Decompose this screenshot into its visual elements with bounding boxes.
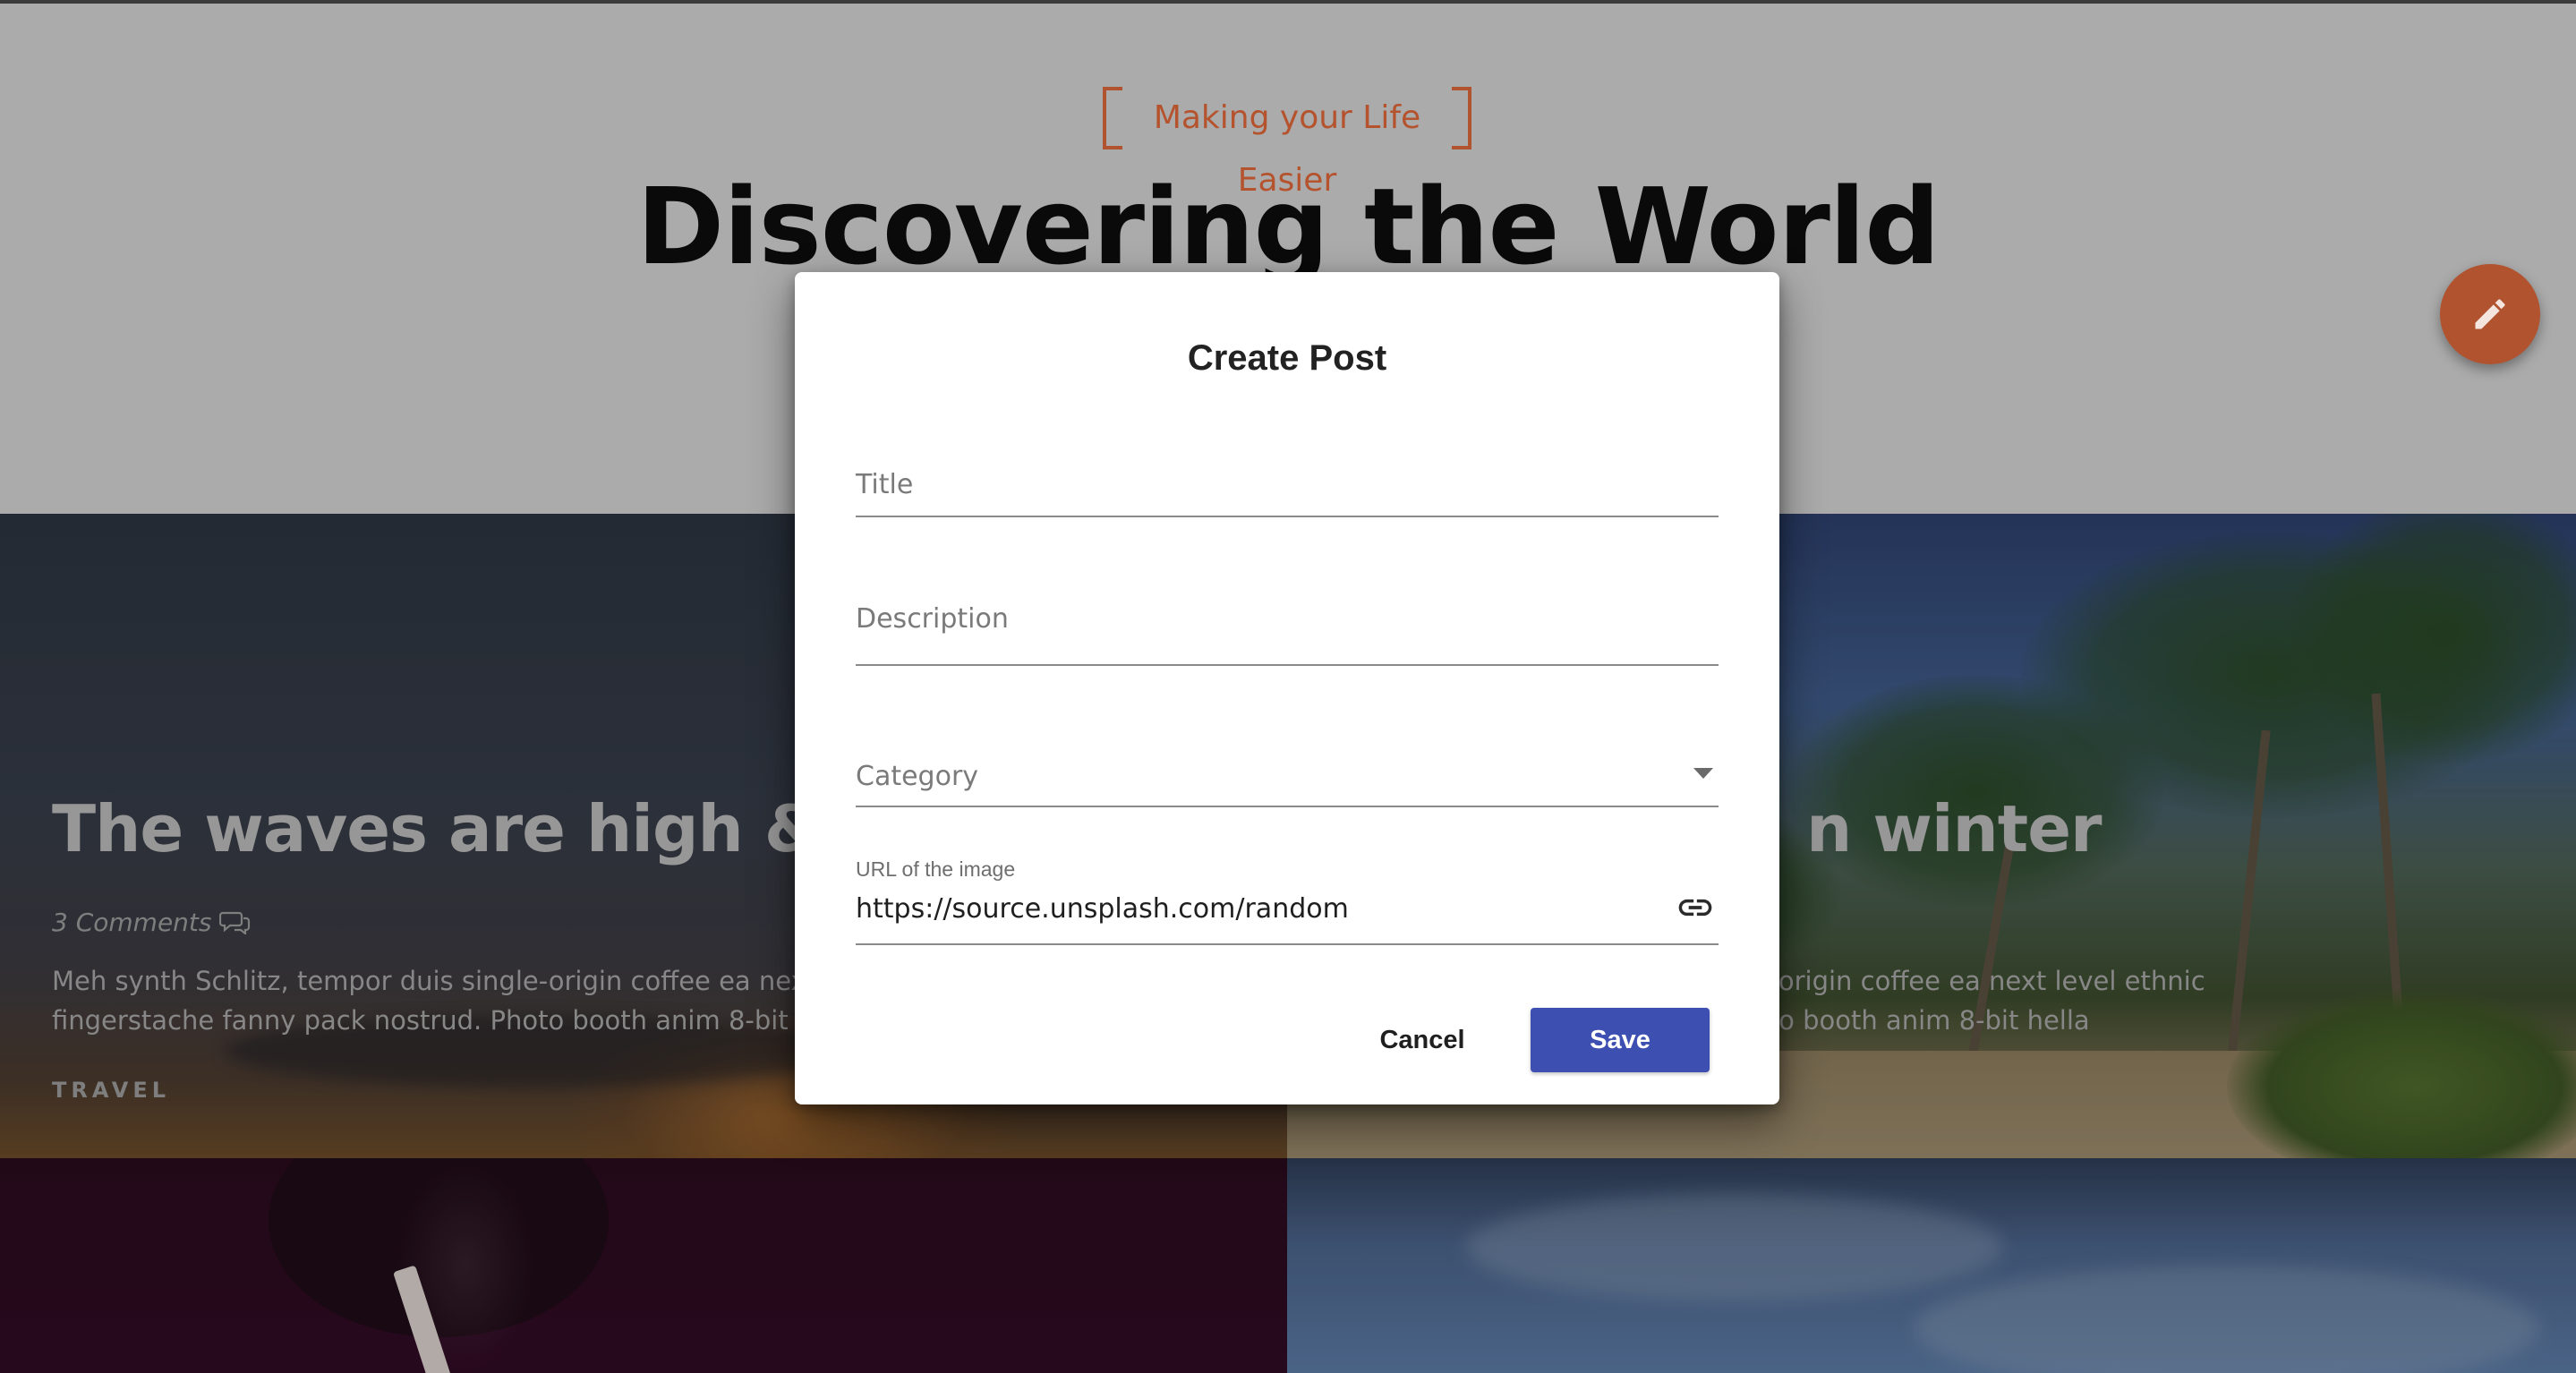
save-button[interactable]: Save	[1531, 1008, 1710, 1072]
post-excerpt: Meh synth Schlitz, tempor duis single-or…	[52, 961, 879, 1040]
title-field[interactable]: Title	[856, 460, 1719, 523]
comments-count: 3 Comments	[52, 908, 212, 937]
hero-tagline: Making your Life Easier	[1153, 99, 1421, 199]
post-card-bottom-left[interactable]	[0, 1158, 1287, 1373]
link-icon[interactable]	[1676, 888, 1715, 927]
post-card-bottom-right[interactable]	[1287, 1158, 2576, 1373]
chevron-down-icon	[1693, 768, 1713, 779]
post-title[interactable]: n winter	[1806, 791, 2103, 866]
title-placeholder: Title	[856, 469, 914, 500]
hero-title: Discovering the World	[636, 165, 1940, 288]
create-post-dialog: Create Post Title Description Category U…	[795, 272, 1779, 1104]
post-excerpt: e-origin coffee ea next level ethnic oto…	[1753, 961, 2205, 1040]
sky-cloud	[1466, 1194, 2003, 1301]
image-url-underline	[856, 943, 1719, 945]
category-placeholder: Category	[856, 761, 979, 792]
post-category[interactable]: TRAVEL	[52, 1078, 170, 1103]
image-url-label: URL of the image	[856, 857, 1016, 881]
sky-cloud	[1914, 1266, 2540, 1373]
category-select[interactable]: Category	[856, 755, 1719, 809]
post-excerpt-line: fingerstache fanny pack nostrud. Photo b…	[52, 1005, 860, 1036]
post-excerpt-line: e-origin coffee ea next level ethnic	[1753, 966, 2205, 996]
post-comments[interactable]: 3 Comments	[52, 908, 252, 937]
post-excerpt-line: Meh synth Schlitz, tempor duis single-or…	[52, 966, 880, 996]
beach-bush	[2227, 988, 2576, 1158]
image-url-value[interactable]: https://source.unsplash.com/random	[856, 893, 1349, 925]
image-url-field[interactable]: URL of the image https://source.unsplash…	[856, 857, 1719, 947]
comments-icon	[219, 911, 251, 936]
title-underline	[856, 516, 1719, 517]
description-underline	[856, 664, 1719, 666]
cancel-button[interactable]: Cancel	[1355, 1008, 1489, 1072]
post-excerpt-line: oto booth anim 8-bit hella	[1753, 1005, 2090, 1036]
category-underline	[856, 806, 1719, 807]
description-field[interactable]: Description	[856, 594, 1719, 675]
edit-fab-button[interactable]	[2440, 264, 2540, 364]
pencil-icon	[2475, 299, 2505, 329]
dialog-title: Create Post	[1187, 338, 1387, 378]
tagline-frame: Making your Life Easier	[1103, 87, 1471, 199]
description-placeholder: Description	[856, 603, 1009, 635]
